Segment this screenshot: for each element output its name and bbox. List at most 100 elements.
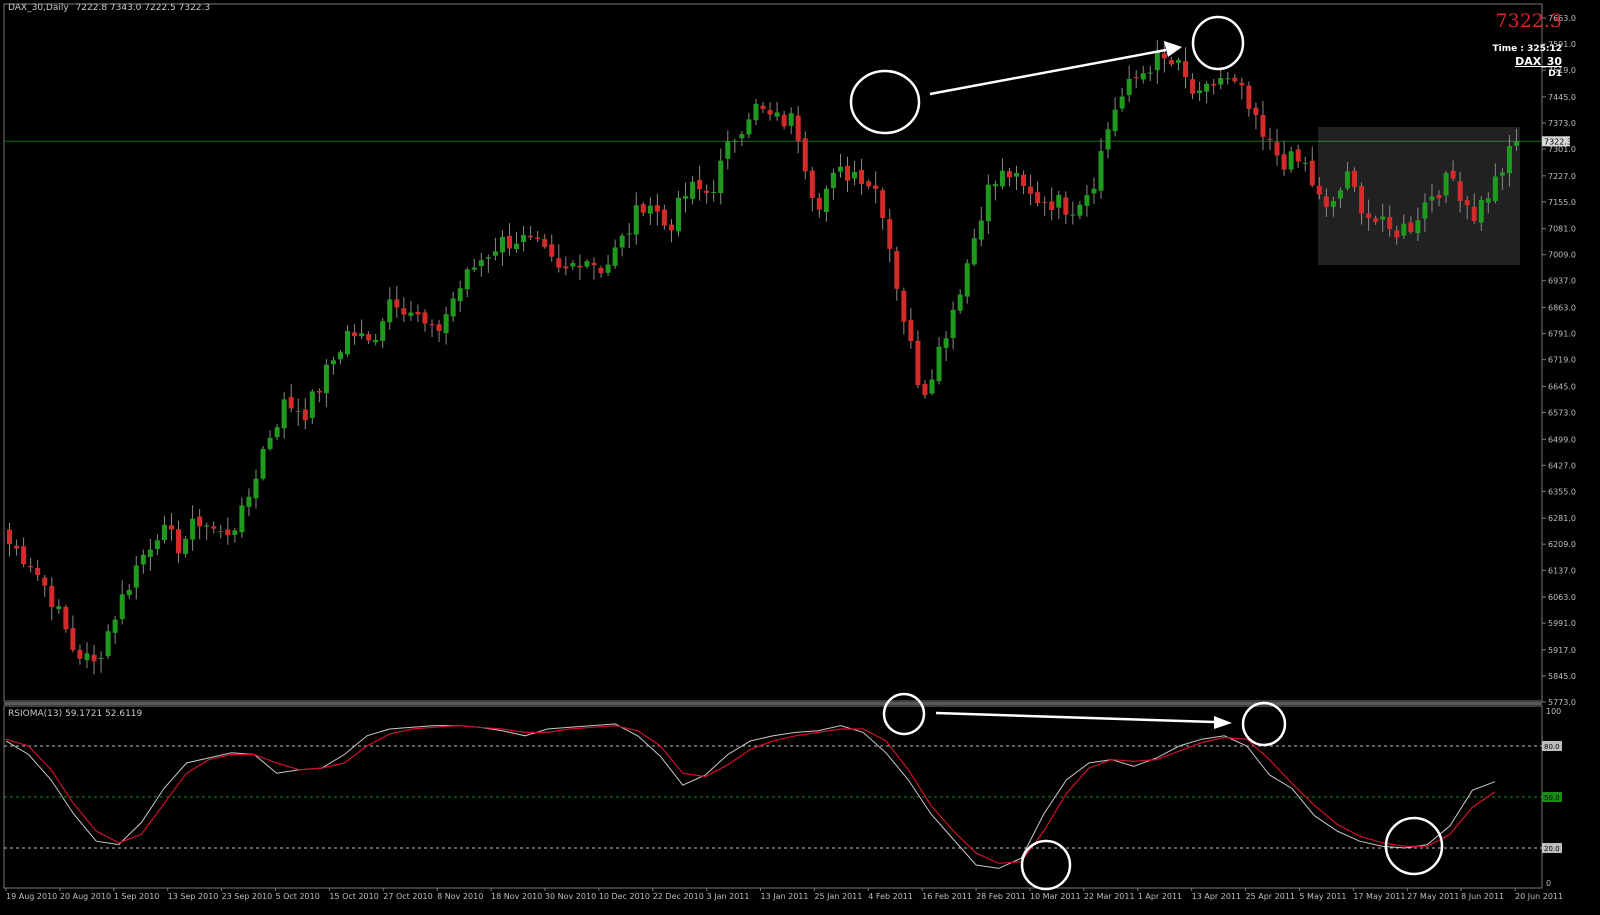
- bull-candle: [112, 619, 118, 633]
- level-50-tag-label: 50.0: [1544, 794, 1560, 802]
- bull-candle: [1499, 172, 1505, 176]
- bull-candle: [345, 331, 351, 355]
- bear-candle: [21, 546, 27, 565]
- bear-candle: [1042, 201, 1048, 203]
- bull-candle: [260, 448, 266, 479]
- bear-candle: [316, 390, 322, 393]
- bear-candle: [35, 567, 41, 576]
- bull-candle: [690, 181, 696, 199]
- bear-candle: [28, 566, 34, 568]
- bear-candle: [535, 237, 541, 240]
- bear-candle: [1133, 77, 1139, 79]
- bear-candle: [598, 267, 604, 274]
- bear-candle: [668, 224, 674, 231]
- bear-candle: [1006, 171, 1012, 178]
- bull-candle: [964, 263, 970, 297]
- bear-candle: [1457, 181, 1463, 201]
- bear-candle: [1359, 185, 1365, 214]
- price-tick-label: 6719.0: [1548, 356, 1576, 365]
- bear-candle: [1373, 218, 1379, 222]
- chart-canvas[interactable]: 7663.07591.07519.07445.07373.07301.07227…: [0, 0, 1600, 915]
- time-tick-label: 8 Jun 2011: [1461, 892, 1504, 901]
- bear-candle: [77, 649, 83, 659]
- consolidation-box: [1318, 127, 1520, 265]
- price-tick-label: 5991.0: [1548, 619, 1576, 628]
- bear-candle: [295, 411, 301, 413]
- time-tick-label: 1 Sep 2010: [114, 892, 160, 901]
- bear-candle: [1035, 192, 1041, 204]
- bear-candle: [1281, 154, 1287, 170]
- bull-candle: [1485, 198, 1491, 203]
- bull-candle: [1070, 214, 1076, 216]
- indicator-label: RSIOMA(13) 59.1721 52.6119: [8, 709, 143, 719]
- time-tick-label: 1 Apr 2011: [1138, 892, 1182, 901]
- bull-candle: [323, 364, 329, 394]
- time-tick-label: 25 Jan 2011: [814, 892, 862, 901]
- bear-candle: [70, 628, 76, 651]
- bear-candle: [401, 308, 407, 315]
- bull-candle: [753, 103, 759, 121]
- bull-candle: [584, 261, 590, 267]
- time-tick-label: 13 Jan 2011: [761, 892, 809, 901]
- bull-candle: [1429, 196, 1435, 201]
- bull-candle: [1422, 202, 1428, 219]
- time-tick-label: 16 Feb 2011: [922, 892, 972, 901]
- bull-candle: [267, 437, 273, 450]
- bull-candle: [739, 134, 745, 139]
- bull-candle: [56, 606, 62, 610]
- bear-candle: [915, 340, 921, 386]
- bull-candle: [408, 312, 414, 316]
- bull-candle: [190, 518, 196, 540]
- bull-candle: [1014, 172, 1020, 177]
- time-tick-label: 8 Nov 2010: [437, 892, 483, 901]
- time-tick-label: 17 May 2011: [1353, 892, 1405, 901]
- bull-candle: [337, 352, 343, 360]
- bear-candle: [781, 114, 787, 127]
- symbol-label: DAX_30,Daily: [8, 3, 69, 13]
- bull-candle: [274, 427, 280, 438]
- bear-candle: [1049, 201, 1055, 210]
- bull-candle: [1492, 176, 1498, 201]
- bear-candle: [1352, 170, 1358, 187]
- bull-candle: [1337, 190, 1343, 199]
- bull-candle: [647, 205, 653, 214]
- bull-candle: [711, 191, 717, 193]
- bear-candle: [880, 190, 886, 218]
- bear-candle: [211, 526, 217, 529]
- bear-candle: [1387, 217, 1393, 229]
- bear-candle: [1211, 83, 1217, 86]
- bear-candle: [352, 332, 358, 337]
- bull-candle: [1344, 171, 1350, 189]
- bull-candle: [450, 298, 456, 317]
- bull-candle: [1443, 172, 1449, 196]
- price-tick-label: 5773.0: [1548, 698, 1576, 707]
- bull-candle: [119, 594, 125, 620]
- price-tick-label: 6573.0: [1548, 408, 1576, 417]
- bull-candle: [929, 379, 935, 394]
- bull-candle: [1140, 73, 1146, 80]
- price-tick-label: 6137.0: [1548, 566, 1576, 575]
- time-tick-label: 4 Feb 2011: [868, 892, 913, 901]
- bull-candle: [105, 631, 111, 657]
- consolidation-box-layer: [1318, 127, 1520, 265]
- bear-candle: [429, 324, 435, 326]
- price-tick-label: 6937.0: [1548, 277, 1576, 286]
- bull-candle: [732, 140, 738, 142]
- bull-candle: [1197, 90, 1203, 94]
- bull-candle: [457, 288, 463, 302]
- bear-candle: [394, 299, 400, 308]
- time-tick-label: 27 Oct 2010: [383, 892, 432, 901]
- level-20-tag-label: 20.0: [1544, 845, 1560, 853]
- bull-candle: [837, 166, 843, 172]
- bull-candle: [1204, 83, 1210, 92]
- bear-candle: [542, 238, 548, 247]
- time-tick-label: 18 Nov 2010: [491, 892, 542, 901]
- bear-candle: [1168, 60, 1174, 65]
- bull-candle: [133, 565, 139, 588]
- time-tick-label: 3 Jan 2011: [707, 892, 750, 901]
- bull-candle: [1175, 60, 1181, 63]
- current-price-tag-label: 7322.3: [1544, 137, 1572, 146]
- bear-candle: [1063, 197, 1069, 215]
- bull-candle: [957, 294, 963, 311]
- time-tick-label: 22 Mar 2011: [1084, 892, 1135, 901]
